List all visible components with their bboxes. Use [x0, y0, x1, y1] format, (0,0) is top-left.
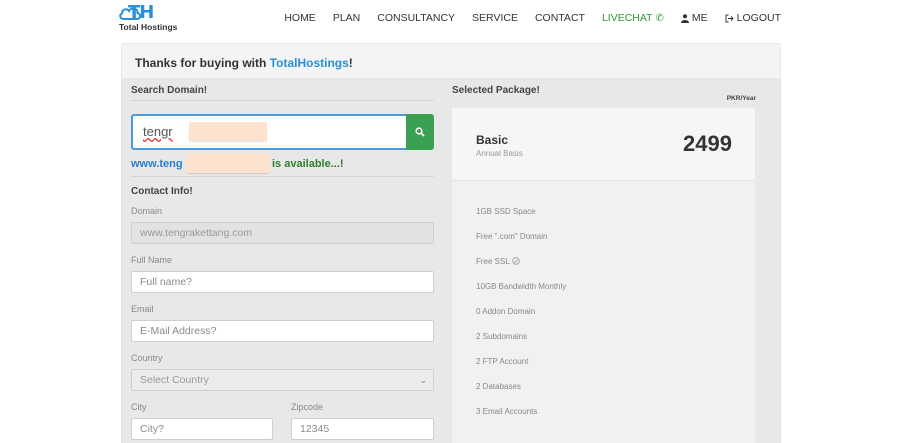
search-button[interactable] — [406, 114, 434, 150]
country-select[interactable]: Select Country ⌄ — [131, 369, 434, 391]
divider — [131, 100, 434, 101]
feature-item: 2 Subdomains — [476, 332, 528, 341]
nav-contact[interactable]: CONTACT — [535, 12, 585, 24]
selected-package-title: Selected Package! — [452, 85, 540, 96]
logo-mark: TH — [128, 2, 154, 23]
zipcode-field[interactable]: 12345 — [291, 418, 434, 440]
feature-item: 10GB Bandwidth Monthly — [476, 282, 567, 291]
feature-item: 1GB SSD Space — [476, 207, 536, 216]
top-navbar: TH Total Hostings HOME PLAN CONSULTANCY … — [0, 0, 900, 38]
nav-logout[interactable]: LOGOUT — [725, 12, 781, 24]
feature-item-ssl-label: Free SSL — [476, 257, 510, 266]
feature-item: 3 Email Accounts — [476, 407, 538, 416]
domain-search-input[interactable]: tengr — [131, 114, 406, 150]
nav-livechat[interactable]: LIVECHAT ✆ — [602, 12, 664, 24]
package-card: Basic Annual Basis 2499 1GB SSD Space Fr… — [452, 108, 755, 443]
package-basis: Annual Basis — [476, 149, 523, 158]
logout-icon — [725, 14, 734, 22]
divider — [131, 176, 434, 177]
fullname-label: Full Name — [131, 255, 173, 265]
right-column: Selected Package! PKR/Year Basic Annual … — [452, 79, 782, 443]
nav-logout-label: LOGOUT — [736, 12, 781, 24]
email-field[interactable]: E-Mail Address? — [131, 320, 434, 342]
zipcode-label: Zipcode — [291, 402, 324, 412]
nav-me[interactable]: ME — [680, 12, 708, 24]
feature-item-ssl: Free SSL — [476, 257, 520, 266]
nav-service[interactable]: SERVICE — [472, 12, 518, 24]
domain-field: www.tengrakettang.com — [131, 222, 434, 244]
search-icon — [415, 127, 425, 137]
main-nav: HOME PLAN CONSULTANCY SERVICE CONTACT LI… — [267, 12, 781, 24]
left-column: Search Domain! tengr www.teng is availab… — [131, 79, 434, 443]
package-name: Basic — [476, 133, 509, 147]
user-icon — [680, 13, 689, 23]
thanks-banner: Thanks for buying with TotalHostings! — [121, 43, 781, 79]
phone-icon: ✆ — [655, 12, 664, 24]
nav-plan[interactable]: PLAN — [333, 12, 360, 24]
city-label: City — [131, 402, 147, 412]
feature-item: 2 Databases — [476, 382, 521, 391]
thanks-title: Thanks for buying with TotalHostings! — [135, 56, 353, 70]
checkout-panel: Search Domain! tengr www.teng is availab… — [121, 79, 781, 443]
country-select-value: Select Country — [140, 374, 209, 386]
availability-status: is available...! — [272, 158, 344, 170]
thanks-brand[interactable]: TotalHostings — [270, 56, 349, 70]
nav-home[interactable]: HOME — [284, 12, 316, 24]
nav-livechat-label: LIVECHAT — [601, 12, 653, 24]
email-label: Email — [131, 304, 154, 314]
contact-info-title: Contact Info! — [131, 186, 193, 197]
nav-me-label: ME — [691, 12, 708, 24]
city-field[interactable]: City? — [131, 418, 273, 440]
chevron-down-icon: ⌄ — [419, 375, 427, 385]
nav-consultancy[interactable]: CONSULTANCY — [377, 12, 455, 24]
check-circle-icon — [512, 257, 520, 265]
feature-item: 0 Addon Domain — [476, 307, 536, 316]
thanks-prefix: Thanks for buying with — [135, 56, 270, 70]
domain-search: tengr — [131, 114, 434, 150]
logo-subtitle: Total Hostings — [119, 22, 178, 32]
availability-domain: www.teng — [131, 158, 183, 170]
package-price: 2499 — [683, 131, 732, 156]
feature-item: 2 FTP Account — [476, 357, 529, 366]
currency-label: PKR/Year — [726, 95, 756, 102]
country-label: Country — [131, 353, 163, 363]
redaction-box — [189, 122, 267, 141]
domain-label: Domain — [131, 206, 163, 216]
fullname-field[interactable]: Full name? — [131, 271, 434, 293]
search-domain-title: Search Domain! — [131, 85, 208, 96]
availability-message: www.teng is available...! — [131, 158, 344, 170]
domain-search-value: tengr — [143, 124, 173, 139]
logo[interactable]: TH Total Hostings — [118, 2, 178, 34]
feature-item: Free ".com" Domain — [476, 232, 548, 241]
redaction-box — [186, 153, 270, 173]
package-header: Basic Annual Basis 2499 — [452, 108, 755, 181]
thanks-suffix: ! — [348, 56, 353, 70]
